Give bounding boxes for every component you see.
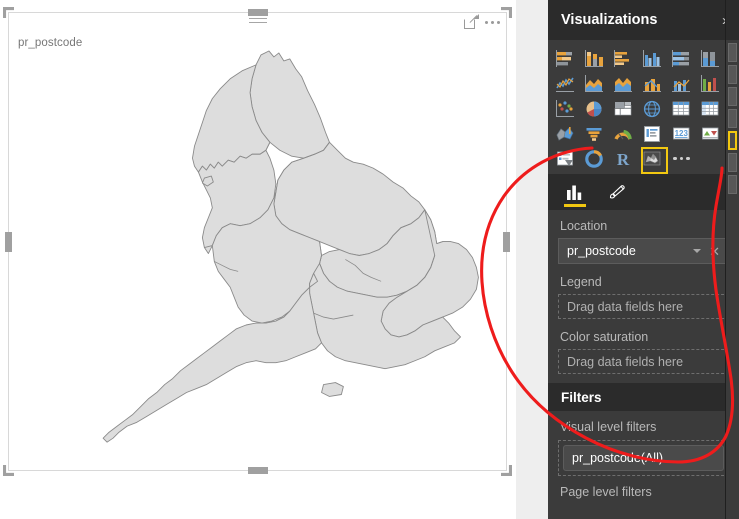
- close-icon[interactable]: ✕: [709, 245, 720, 258]
- focus-mode-icon[interactable]: [464, 14, 479, 29]
- field-wells: Location pr_postcode ✕ Legend Drag data …: [548, 210, 739, 374]
- viz-gallery-row: R: [551, 146, 737, 174]
- hundred-percent-stacked-column-chart-icon[interactable]: [696, 46, 725, 71]
- well-legend-placeholder: Drag data fields here: [567, 299, 684, 314]
- svg-text:123: 123: [675, 129, 689, 138]
- resize-handle-top[interactable]: [247, 9, 268, 16]
- chevron-down-icon[interactable]: [693, 249, 702, 253]
- resize-handle-right[interactable]: [503, 231, 510, 252]
- more-options-icon[interactable]: [485, 15, 500, 29]
- visual-header: [9, 13, 506, 33]
- arcgis-maps-icon[interactable]: [580, 146, 609, 171]
- r-script-visual-icon[interactable]: R: [609, 146, 638, 171]
- map-render-area[interactable]: [9, 47, 506, 464]
- format-tab[interactable]: [604, 177, 630, 207]
- matrix-icon[interactable]: [696, 96, 725, 121]
- right-panes: Visualizations ›: [548, 0, 739, 519]
- england-shape-map: [102, 50, 479, 443]
- resize-handle-left[interactable]: [5, 231, 12, 252]
- area-chart-icon[interactable]: [580, 71, 609, 96]
- clustered-bar-chart-icon[interactable]: [609, 46, 638, 71]
- map-icon[interactable]: [638, 96, 667, 121]
- slicer-icon[interactable]: [551, 146, 580, 171]
- viz-gallery-row: [551, 96, 737, 121]
- resize-handle-bottom[interactable]: [247, 467, 268, 474]
- list-item[interactable]: [728, 175, 737, 194]
- bar-chart-icon: [567, 185, 582, 200]
- list-item[interactable]: [728, 109, 737, 128]
- list-item[interactable]: [728, 87, 737, 106]
- filled-map-icon[interactable]: [551, 121, 580, 146]
- list-item[interactable]: [728, 153, 737, 172]
- line-and-stacked-column-chart-icon[interactable]: [638, 71, 667, 96]
- well-label-legend: Legend: [560, 275, 602, 289]
- more-visuals-icon[interactable]: [667, 146, 696, 171]
- clustered-column-chart-icon[interactable]: [638, 46, 667, 71]
- table-icon[interactable]: [667, 96, 696, 121]
- resize-handle-bottom-right[interactable]: [501, 465, 512, 476]
- list-item-selected[interactable]: [728, 131, 737, 150]
- multi-row-card-icon[interactable]: [638, 121, 667, 146]
- power-bi-desktop-window: pr_postcode Visualizations 123 R Locatio…: [0, 0, 739, 519]
- well-label-location: Location: [560, 219, 608, 233]
- kpi-icon[interactable]: [696, 121, 725, 146]
- viz-gallery-row: [551, 46, 737, 71]
- fields-pane-sliver[interactable]: [725, 0, 739, 519]
- well-label-color-saturation: Color saturation: [560, 330, 649, 344]
- canvas-pane-gutter: [516, 0, 548, 519]
- shape-map-visual[interactable]: pr_postcode: [3, 7, 512, 476]
- visual-level-filters-label: Visual level filters: [560, 420, 657, 434]
- ribbon-chart-icon[interactable]: [696, 71, 725, 96]
- visualization-type-gallery[interactable]: 123 R: [548, 40, 739, 174]
- well-location-field-name: pr_postcode: [567, 244, 636, 258]
- scatter-chart-icon[interactable]: [551, 96, 580, 121]
- svg-text:R: R: [617, 150, 630, 168]
- filters-pane-title: Filters: [561, 389, 602, 405]
- stacked-bar-chart-icon[interactable]: [551, 46, 580, 71]
- list-item[interactable]: [728, 65, 737, 84]
- gauge-icon[interactable]: [609, 121, 638, 146]
- visualizations-pane-title: Visualizations: [561, 12, 658, 28]
- filter-card-pr-postcode[interactable]: pr_postcode(All): [563, 445, 724, 471]
- stacked-area-chart-icon[interactable]: [609, 71, 638, 96]
- list-item[interactable]: [728, 43, 737, 62]
- line-chart-icon[interactable]: [551, 71, 580, 96]
- hundred-percent-stacked-bar-chart-icon[interactable]: [667, 46, 696, 71]
- fields-pane-header: [726, 0, 739, 40]
- visual-properties-tabs[interactable]: [548, 174, 739, 210]
- viz-gallery-row: [551, 71, 737, 96]
- filters-pane-body: Visual level filters pr_postcode(All) Pa…: [548, 411, 739, 505]
- visualizations-pane-header: Visualizations ›: [548, 0, 739, 40]
- fields-tab[interactable]: [562, 177, 588, 207]
- resize-handle-bottom-left[interactable]: [3, 465, 14, 476]
- well-color-saturation[interactable]: Drag data fields here: [558, 349, 729, 374]
- well-legend[interactable]: Drag data fields here: [558, 294, 729, 319]
- page-level-filters-label: Page level filters: [560, 485, 652, 499]
- funnel-icon[interactable]: [580, 121, 609, 146]
- card-icon[interactable]: 123: [667, 121, 696, 146]
- filters-pane-header: Filters: [548, 383, 739, 411]
- line-and-clustered-column-chart-icon[interactable]: [667, 71, 696, 96]
- visual-drag-handle-icon[interactable]: [248, 18, 267, 26]
- viz-gallery-row: 123: [551, 121, 737, 146]
- well-color-saturation-placeholder: Drag data fields here: [567, 354, 684, 369]
- visual-level-filters-dropzone[interactable]: pr_postcode(All): [558, 440, 729, 476]
- shape-map-icon[interactable]: [638, 146, 668, 174]
- pie-chart-icon[interactable]: [580, 96, 609, 121]
- paintbrush-icon: [609, 185, 625, 199]
- well-location[interactable]: pr_postcode ✕: [558, 238, 729, 264]
- stacked-column-chart-icon[interactable]: [580, 46, 609, 71]
- treemap-icon[interactable]: [609, 96, 638, 121]
- report-canvas[interactable]: pr_postcode: [0, 0, 516, 519]
